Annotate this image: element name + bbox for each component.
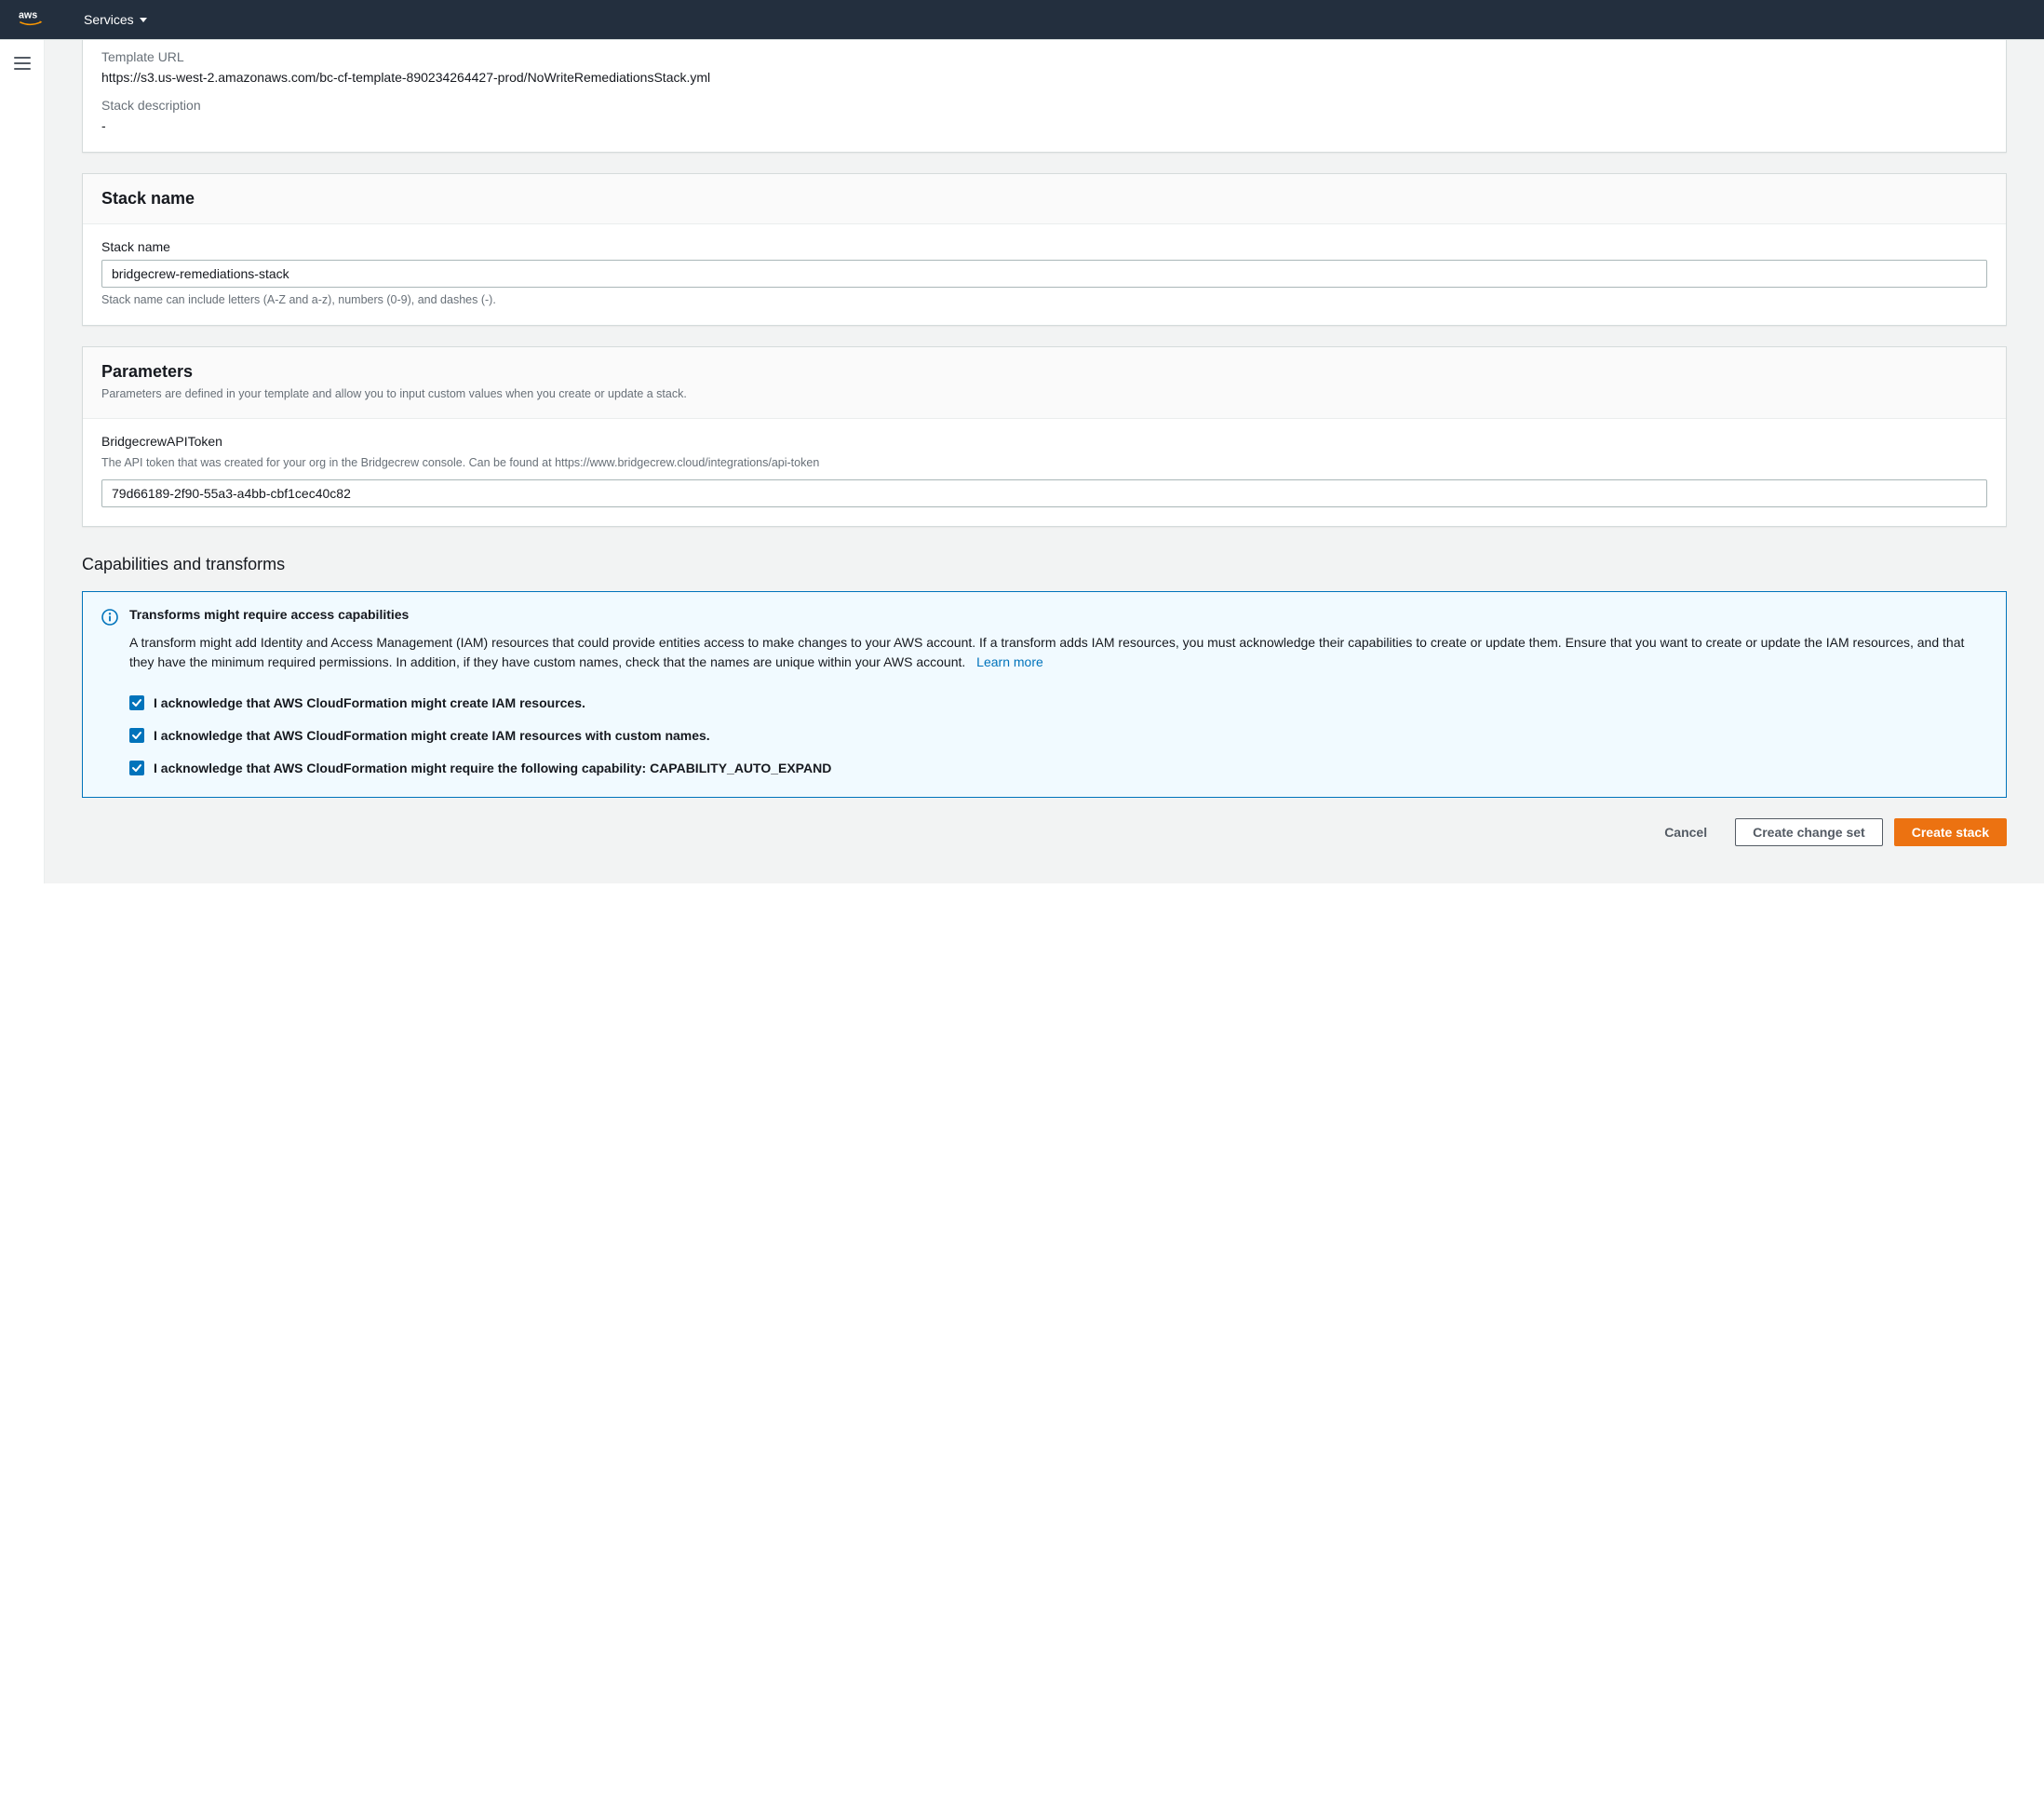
hamburger-icon[interactable] <box>14 57 31 70</box>
parameters-panel: Parameters Parameters are defined in you… <box>82 346 2007 527</box>
services-dropdown[interactable]: Services <box>84 12 147 27</box>
api-token-desc: The API token that was created for your … <box>101 454 1987 472</box>
stack-name-helper: Stack name can include letters (A-Z and … <box>101 293 1987 306</box>
top-navigation: aws Services <box>0 0 2044 39</box>
ack-item-1: I acknowledge that AWS CloudFormation mi… <box>129 694 1987 713</box>
ack-checkbox-3[interactable] <box>129 761 144 775</box>
aws-logo[interactable]: aws <box>19 8 56 31</box>
create-stack-button[interactable]: Create stack <box>1894 818 2007 846</box>
stack-name-heading: Stack name <box>101 189 1987 209</box>
sidebar-toggle-column <box>0 40 45 883</box>
ack-label-3: I acknowledge that AWS CloudFormation mi… <box>154 759 831 778</box>
main-content: Template URL https://s3.us-west-2.amazon… <box>45 40 2044 883</box>
template-url-value: https://s3.us-west-2.amazonaws.com/bc-cf… <box>101 70 1987 85</box>
footer-buttons: Cancel Create change set Create stack <box>82 818 2007 846</box>
capabilities-heading: Capabilities and transforms <box>82 555 2007 574</box>
stack-name-input[interactable] <box>101 260 1987 288</box>
ack-item-2: I acknowledge that AWS CloudFormation mi… <box>129 726 1987 746</box>
stack-description-label: Stack description <box>101 98 1987 113</box>
ack-checkbox-2[interactable] <box>129 728 144 743</box>
info-text-body: A transform might add Identity and Acces… <box>129 635 1964 670</box>
stack-name-panel: Stack name Stack name Stack name can inc… <box>82 173 2007 326</box>
ack-label-1: I acknowledge that AWS CloudFormation mi… <box>154 694 585 713</box>
services-label: Services <box>84 12 134 27</box>
info-text: A transform might add Identity and Acces… <box>129 633 1987 673</box>
cancel-button[interactable]: Cancel <box>1647 819 1724 845</box>
capabilities-info-box: Transforms might require access capabili… <box>82 591 2007 798</box>
template-panel: Template URL https://s3.us-west-2.amazon… <box>82 40 2007 153</box>
learn-more-link[interactable]: Learn more <box>976 654 1043 669</box>
stack-description-value: - <box>101 118 1987 133</box>
template-url-label: Template URL <box>101 49 1987 64</box>
api-token-input[interactable] <box>101 479 1987 507</box>
info-title: Transforms might require access capabili… <box>129 607 1987 622</box>
create-change-set-button[interactable]: Create change set <box>1735 818 1883 846</box>
svg-text:aws: aws <box>19 10 37 21</box>
info-icon <box>101 609 118 626</box>
parameters-subdesc: Parameters are defined in your template … <box>101 385 1987 403</box>
api-token-label: BridgecrewAPIToken <box>101 434 1987 449</box>
ack-label-2: I acknowledge that AWS CloudFormation mi… <box>154 726 710 746</box>
ack-checkbox-1[interactable] <box>129 695 144 710</box>
stack-name-field-label: Stack name <box>101 239 1987 254</box>
ack-item-3: I acknowledge that AWS CloudFormation mi… <box>129 759 1987 778</box>
parameters-heading: Parameters <box>101 362 1987 382</box>
